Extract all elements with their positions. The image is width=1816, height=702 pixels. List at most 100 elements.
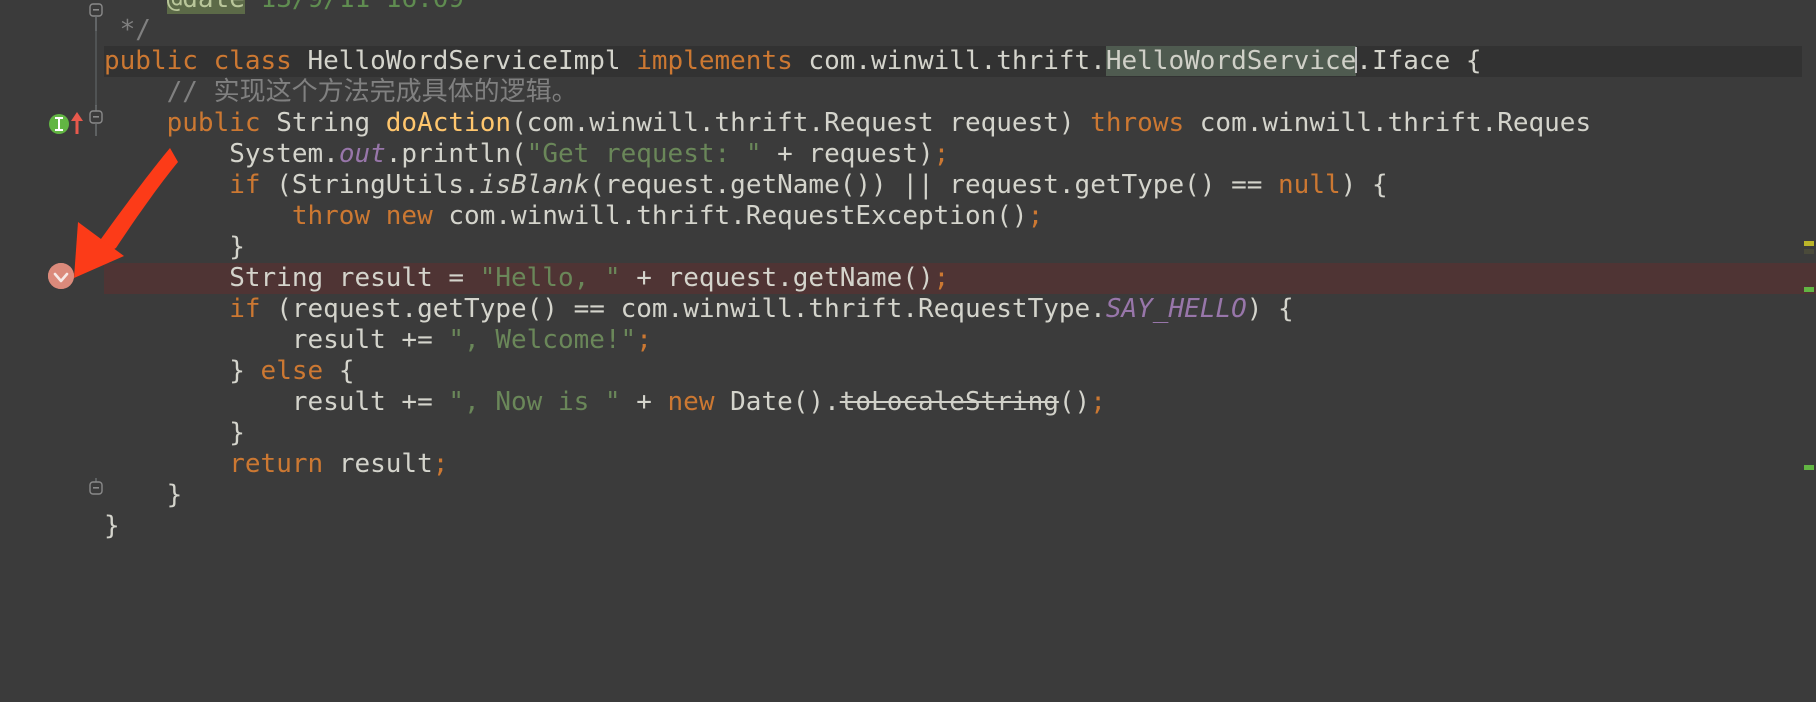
code-line-19[interactable]: 19 } (0, 232, 1816, 263)
code-token: (com.winwill.thrift.Request request) (511, 108, 1091, 138)
code-token: ", Now is " (448, 387, 621, 417)
line-content[interactable]: if (request.getType() == com.winwill.thr… (104, 294, 1294, 325)
fold-marker-end-method[interactable] (88, 478, 104, 509)
line-content[interactable]: @date 13/9/11 16:09 (104, 0, 464, 15)
line-content[interactable]: public String doAction(com.winwill.thrif… (104, 108, 1592, 139)
line-content[interactable]: } (104, 511, 120, 542)
code-token: + (620, 387, 668, 417)
implemented-method-marker[interactable] (48, 110, 90, 136)
code-token: Date(). (730, 387, 840, 417)
code-token: // 实现这个方法完成具体的逻辑。 (104, 77, 578, 107)
code-token: result (338, 449, 433, 479)
code-token: SAY_HELLO (1105, 294, 1247, 324)
code-token: ) { (1246, 294, 1294, 324)
fold-marker-start-method[interactable] (88, 105, 104, 136)
code-token: null (1278, 170, 1341, 200)
code-line-28[interactable]: 28} (0, 511, 1816, 542)
code-token: () (1058, 387, 1091, 417)
line-content[interactable]: } (104, 232, 245, 263)
code-token: .Iface { (1356, 46, 1482, 76)
code-token: result += (104, 325, 449, 355)
code-token: } (104, 232, 245, 262)
code-line-16[interactable]: 16 System.out.println("Get request: " + … (0, 139, 1816, 170)
line-content[interactable]: public class HelloWordServiceImpl implem… (104, 46, 1482, 77)
code-token: com.winwill.thrift.RequestException() (448, 201, 1028, 231)
code-line-26[interactable]: 26 return result; (0, 449, 1816, 480)
code-token: ; (636, 325, 652, 355)
code-token: } (104, 511, 120, 541)
ok-marker-2[interactable] (1804, 465, 1814, 470)
code-token: ; (1027, 201, 1044, 231)
code-line-22[interactable]: 22 result += ", Welcome!"; (0, 325, 1816, 356)
fold-marker-end-javadoc[interactable] (88, 0, 104, 31)
code-line-15[interactable]: 15 public String doAction(com.winwill.th… (0, 108, 1816, 139)
line-content[interactable]: throw new com.winwill.thrift.RequestExce… (104, 201, 1043, 232)
code-token: throw new (291, 201, 449, 231)
breakpoint-verified-icon[interactable] (48, 263, 74, 289)
code-token: ", Welcome!" (448, 325, 637, 355)
code-editor[interactable]: 11 @date 13/9/11 16:0912 */13public clas… (0, 0, 1816, 702)
code-token: ) { (1340, 170, 1388, 200)
code-line-13[interactable]: 13public class HelloWordServiceImpl impl… (0, 46, 1816, 77)
code-token: throws (1090, 108, 1200, 138)
line-content[interactable]: result += ", Welcome!"; (104, 325, 652, 356)
code-token: public (166, 108, 277, 138)
code-token: new (667, 387, 731, 417)
code-token: public class (104, 46, 308, 76)
code-token: */ (119, 15, 151, 45)
code-token: if (229, 294, 277, 324)
line-content[interactable]: // 实现这个方法完成具体的逻辑。 (104, 77, 578, 108)
code-token: ; (432, 449, 449, 479)
line-content[interactable]: } else { (104, 356, 354, 387)
code-line-14[interactable]: 14 // 实现这个方法完成具体的逻辑。 (0, 77, 1816, 108)
code-line-21[interactable]: 21 if (request.getType() == com.winwill.… (0, 294, 1816, 325)
code-line-20[interactable]: 20 String result = "Hello, " + request.g… (0, 263, 1816, 294)
code-token: + request) (761, 139, 934, 169)
code-line-29[interactable]: 29 (0, 542, 1816, 573)
line-content[interactable]: System.out.println("Get request: " + req… (104, 139, 949, 170)
ok-marker[interactable] (1804, 287, 1814, 292)
code-line-23[interactable]: 23 } else { (0, 356, 1816, 387)
line-content[interactable]: return result; (104, 449, 448, 480)
code-token: (request.getType() == com.winwill.thrift… (276, 294, 1106, 324)
code-token: "Hello, " (479, 263, 621, 293)
error-stripe-gutter[interactable] (1802, 0, 1816, 702)
code-token: (request.getName()) || request.getType()… (589, 170, 1279, 200)
code-token: out (338, 139, 386, 169)
code-line-27[interactable]: 27 } (0, 480, 1816, 511)
code-line-11[interactable]: 11 @date 13/9/11 16:09 (0, 0, 1816, 15)
code-line-17[interactable]: 17 if (StringUtils.isBlank(request.getNa… (0, 170, 1816, 201)
code-token: doAction (385, 108, 512, 138)
code-token: ; (933, 139, 950, 169)
line-content[interactable]: result += ", Now is " + new Date().toLoc… (104, 387, 1106, 418)
code-token: result += (104, 387, 449, 417)
code-token: ; (1090, 387, 1106, 417)
code-line-24[interactable]: 24 result += ", Now is " + new Date().to… (0, 387, 1816, 418)
code-token: 13/9/11 16:09 (245, 0, 465, 14)
code-token: System. (104, 139, 339, 169)
line-content[interactable]: if (StringUtils.isBlank(request.getName(… (104, 170, 1388, 201)
code-line-18[interactable]: 18 throw new com.winwill.thrift.RequestE… (0, 201, 1816, 232)
code-line-25[interactable]: 25 } (0, 418, 1816, 449)
code-token: ; (933, 263, 950, 293)
code-token: } (104, 356, 261, 386)
warning-marker-small[interactable] (1804, 249, 1814, 254)
code-line-12[interactable]: 12 */ (0, 15, 1816, 46)
code-token: (StringUtils. (276, 170, 480, 200)
line-content[interactable]: } (104, 418, 245, 449)
line-content[interactable]: } (104, 480, 183, 511)
code-token: { (338, 356, 355, 386)
code-token: com.winwill.thrift.Reques (1199, 108, 1592, 138)
line-content[interactable]: String result = "Hello, " + request.getN… (104, 263, 949, 294)
warning-marker[interactable] (1804, 241, 1814, 246)
code-token: implements (636, 46, 809, 76)
code-token: toLocaleString (839, 387, 1059, 417)
line-content[interactable]: */ (104, 15, 151, 46)
